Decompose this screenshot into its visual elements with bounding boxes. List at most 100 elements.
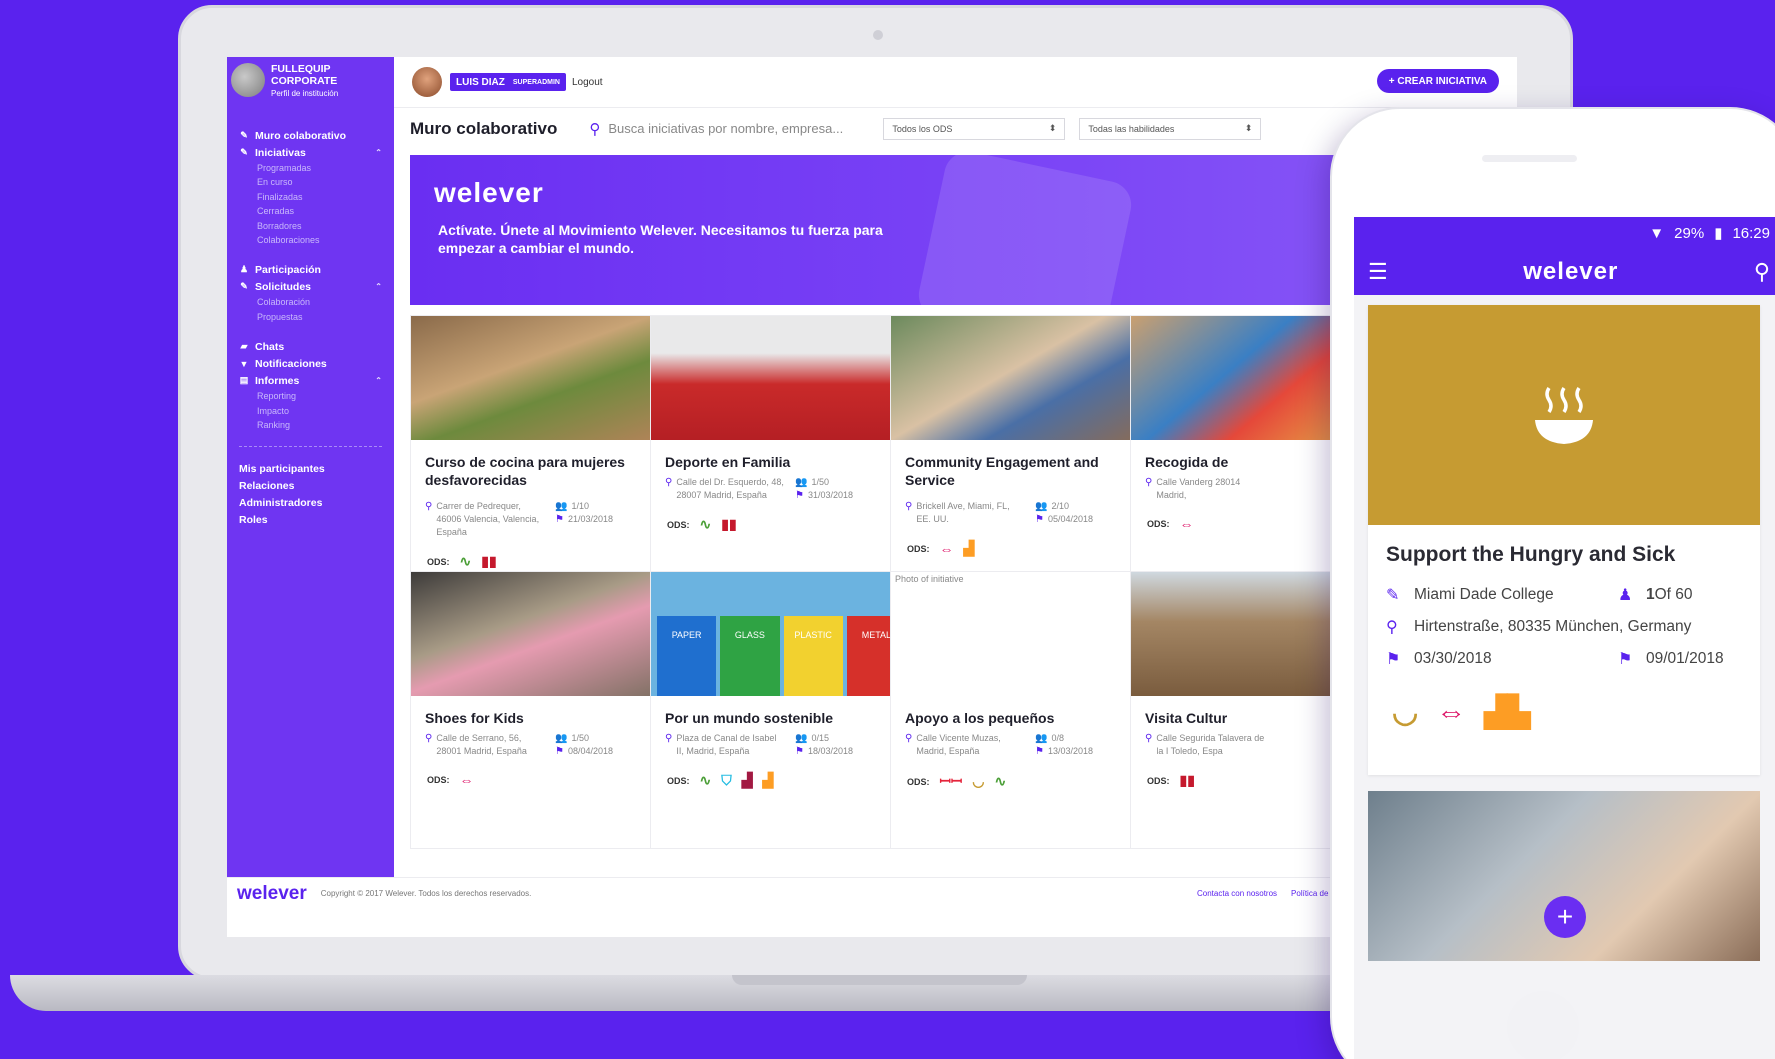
sidebar-subitem-colaboraciones[interactable]: Colaboraciones [239,233,382,247]
sidebar-subitem-cerradas[interactable]: Cerradas [239,204,382,218]
education-ods-icon: ▮▮ [481,553,497,569]
user-name: LUIS DIAZ [456,76,505,88]
sidebar-item-iniciativas[interactable]: ✎ Iniciativas ⌃ [239,144,382,161]
flag-icon: ⚑ [1035,746,1044,757]
select-value: Todas las habilidades [1088,123,1175,134]
sidebar-item-mis-participantes[interactable]: Mis participantes [239,461,382,478]
user-badge[interactable]: LUIS DIAZ SUPERADMIN [450,73,566,91]
ods-label: ODS: [427,556,450,567]
initiative-date: 13/03/2018 [1047,746,1094,756]
footer-logo[interactable]: welever [237,883,307,905]
participants-count: 1 [1646,586,1655,603]
banner-phone-image [914,155,1136,305]
search-icon[interactable]: ⚲ [1754,259,1770,285]
initiative-meta: ⚲ Carrer de Pedrequer, 46006 Valencia, Va… [411,494,672,539]
initiative-participants: 0/15 [811,733,829,743]
ods-filter-select[interactable]: Todos los ODS ⬍ [883,117,1066,140]
sidebar-subitem-programadas[interactable]: Programadas [239,161,382,175]
water-ods-icon: ⛉ [721,772,732,788]
inequality-ods-icon: ⇔ [1436,695,1467,729]
sidebar-subitem-impacto[interactable]: Impacto [239,404,382,418]
sidebar-subitem-reporting[interactable]: Reporting [239,389,382,403]
sidebar-subitem-en-curso[interactable]: En curso [239,175,382,189]
initiative-title: Support the Hungry and Sick [1386,543,1676,566]
flag-icon: ⚑ [555,746,564,757]
sidebar-item-informes[interactable]: ▤ Informes ⌃ [239,372,382,389]
initiative-card-image[interactable]: + [1368,791,1760,961]
initiative-location: Brickell Ave, Miami, FL, EE. UU. [916,501,1010,524]
sidebar-item-label: Participación [255,263,321,276]
pencil-icon: ✎ [1386,587,1400,604]
sidebar-subitem-finalizadas[interactable]: Finalizadas [239,190,382,204]
people-icon: 👥 [795,733,808,744]
location-pin-icon: ⚲ [425,733,433,744]
initiative-card[interactable]: PAPER GLASS PLASTIC METAL Por un mundo s… [650,571,913,849]
create-initiative-button[interactable]: + CREAR INICIATIVA [1376,69,1499,93]
work-ods-icon: ▟ [741,772,753,788]
start-date: 03/30/2018 [1414,650,1492,667]
report-icon: ▤ [239,375,249,386]
initiative-participants: 1/50 [571,733,589,743]
initiative-card[interactable]: Deporte en Familia ⚲ Calle del Dr. Esquer… [650,315,913,593]
people-icon: 👥 [795,477,808,488]
sidebar-item-participacion[interactable]: ♟ Participación [239,261,382,278]
location-pin-icon: ⚲ [905,501,913,512]
initiative-participants: 0/8 [1051,733,1064,743]
people-icon: 👥 [555,501,568,512]
sidebar-item-administradores[interactable]: Administradores [239,495,382,512]
sidebar-item-relaciones[interactable]: Relaciones [239,478,382,495]
initiative-address-row: ⚲ Hirtenstraße, 80335 München, Germany [1368,617,1760,637]
avatar[interactable] [412,67,442,97]
initiative-date: 31/03/2018 [807,490,854,500]
clock-time: 16:29 [1732,224,1770,242]
banner-text: Actívate. Únete al Movimiento Welever. N… [438,222,883,256]
battery-level: 29% [1674,224,1705,242]
initiative-title: Por un mundo sostenible [665,710,834,726]
org-header[interactable]: FULLEQUIP CORPORATE Perfil de institució… [227,57,394,115]
sidebar-item-notificaciones[interactable]: ▼ Notificaciones [239,355,382,372]
people-icon: 👥 [555,733,568,744]
search-input[interactable]: ⚲ Busca iniciativas por nombre, empresa.… [589,120,869,138]
sidebar-subitem-colaboracion[interactable]: Colaboración [239,295,382,309]
camera [873,30,883,40]
add-fab-button[interactable]: + [1544,896,1586,938]
ods-label: ODS: [427,775,450,785]
contact-link[interactable]: Contacta con nosotros [1197,889,1277,898]
initiative-title: Shoes for Kids [425,710,524,726]
hunger-ods-icon: ◡ [972,773,985,789]
sidebar-item-roles[interactable]: Roles [239,512,382,529]
education-ods-icon: ▮▮ [1179,772,1195,788]
sidebar-subitem-ranking[interactable]: Ranking [239,418,382,432]
location-pin-icon: ⚲ [1386,619,1398,636]
initiative-card[interactable]: Curso de cocina para mujeres desfavoreci… [410,315,673,593]
initiative-card[interactable]: Shoes for Kids ⚲ Calle de Serrano, 56, 28… [410,571,673,849]
location-pin-icon: ⚲ [425,501,433,512]
sidebar-item-muro[interactable]: ✎ Muro colaborativo [239,127,382,144]
initiative-meta: ⚲ Brickell Ave, Miami, FL, EE. UU. 👥 2/10 … [891,494,1152,526]
search-icon: ⚲ [589,120,601,138]
participants-total: Of 60 [1654,586,1693,603]
initiative-location: Calle del Dr. Esquerdo, 48, 28007 Madrid… [676,477,784,500]
ods-label: ODS: [907,543,930,554]
initiative-image [411,572,672,696]
initiative-card[interactable]: Photo of initiative Apoyo a los pequeños… [890,571,1153,849]
copyright-text: Copyright © 2017 Welever. Todos los dere… [320,889,532,898]
hamburger-menu-icon[interactable]: ☰ [1368,259,1388,285]
cities-ods-icon: ▟ [762,772,774,788]
sidebar-item-solicitudes[interactable]: ✎ Solicitudes ⌃ [239,278,382,295]
policy-link[interactable]: Política de [1291,889,1328,898]
initiative-card[interactable]: Community Engagement and Service ⚲ Bricke… [890,315,1153,593]
skills-filter-select[interactable]: Todas las habilidades ⬍ [1079,117,1262,140]
sidebar-item-chats[interactable]: ▰ Chats [239,338,382,355]
sidebar-subitem-borradores[interactable]: Borradores [239,219,382,233]
logout-link[interactable]: Logout [572,77,603,88]
phone-frame: ▼ 29% ▮ 16:29 ☰ welever ⚲ Support the Hu… [1330,107,1775,1059]
education-ods-icon: ▮▮ [721,516,737,532]
initiative-card[interactable]: Support the Hungry and Sick ✎ Miami Dade… [1368,305,1760,775]
inequality-ods-icon: ⇔ [459,772,474,788]
initiative-participants: 1/10 [571,501,589,511]
location-pin-icon: ⚲ [1145,733,1153,744]
phone-home-button[interactable] [1507,991,1579,1059]
sidebar-item-label: Solicitudes [255,280,312,293]
sidebar-subitem-propuestas[interactable]: Propuestas [239,310,382,324]
